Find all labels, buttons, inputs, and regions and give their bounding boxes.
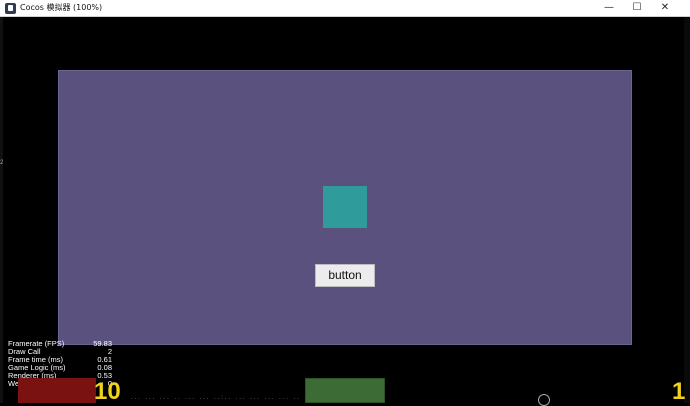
background-circle-icon: [538, 394, 550, 406]
background-green-button: [305, 378, 385, 403]
close-button[interactable]: ✕: [651, 0, 679, 16]
minimize-button[interactable]: —: [595, 0, 623, 16]
game-button[interactable]: button: [315, 264, 375, 287]
teal-square-sprite: [323, 186, 367, 228]
window-titlebar[interactable]: Cocos 模拟器 (100%) — ☐ ✕: [0, 0, 690, 17]
background-console-text: ... ... ... .. ... ... ..:.. ... ... ...…: [130, 394, 315, 401]
cocos-app-icon: [5, 3, 16, 14]
background-left-strip: [0, 17, 3, 403]
background-yellow-number: 10: [94, 378, 121, 405]
background-right-strip: [684, 17, 690, 403]
maximize-button[interactable]: ☐: [623, 0, 651, 16]
background-edge-text: 2: [0, 160, 4, 166]
background-yellow-number-right: 1: [672, 378, 686, 405]
window-title: Cocos 模拟器 (100%): [20, 3, 103, 12]
background-red-block: [18, 378, 96, 403]
